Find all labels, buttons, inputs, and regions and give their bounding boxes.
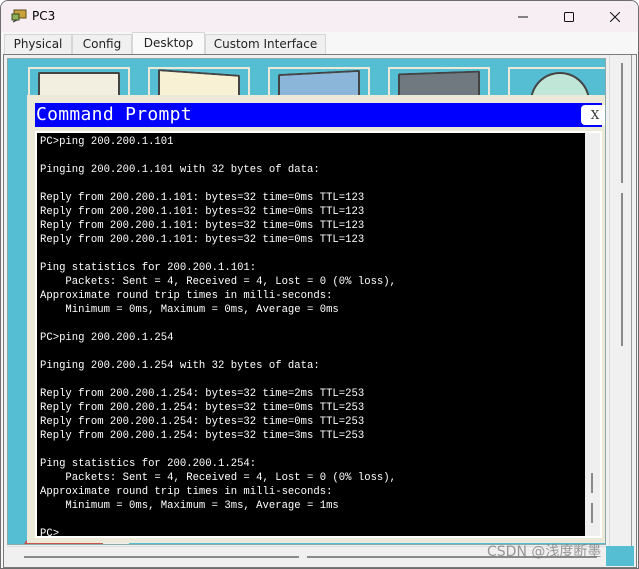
horizontal-scrollbar-thumb[interactable] <box>24 556 299 558</box>
close-button[interactable] <box>592 1 638 32</box>
minimize-icon <box>518 16 528 17</box>
terminal-line: Reply from 200.200.1.254: bytes=32 time=… <box>40 402 365 414</box>
desktop-area: Command Prompt X PC>ping 200.200.1.101 Pi… <box>7 58 606 545</box>
terminal-line: Pinging 200.200.1.101 with 32 bytes of d… <box>40 164 320 176</box>
tab-bar: Physical Config Desktop Custom Interface <box>1 32 638 54</box>
terminal-line: Approximate round trip times in milli-se… <box>40 290 333 302</box>
title-bar: PC3 <box>1 1 638 32</box>
desktop-panel: Command Prompt X PC>ping 200.200.1.101 Pi… <box>3 54 637 568</box>
terminal-line: Minimum = 0ms, Maximum = 3ms, Average = … <box>40 500 339 512</box>
tab-desktop[interactable]: Desktop <box>132 32 205 54</box>
terminal-line: Packets: Sent = 4, Received = 4, Lost = … <box>40 276 397 288</box>
tab-physical[interactable]: Physical <box>4 34 72 54</box>
terminal-line: Pinging 200.200.1.254 with 32 bytes of d… <box>40 360 320 372</box>
command-prompt-close-button[interactable]: X <box>581 105 605 125</box>
vertical-scrollbar-thumb[interactable] <box>621 63 623 183</box>
packet-tracer-pc-icon <box>11 9 27 23</box>
terminal-line: Ping statistics for 200.200.1.101: <box>40 262 257 274</box>
terminal-line: Reply from 200.200.1.101: bytes=32 time=… <box>40 234 365 246</box>
tab-config[interactable]: Config <box>72 34 132 54</box>
terminal-line: PC>ping 200.200.1.254 <box>40 332 174 344</box>
scrollbar-corner <box>606 546 634 566</box>
terminal-line: Reply from 200.200.1.254: bytes=32 time=… <box>40 430 365 442</box>
tab-custom-interface[interactable]: Custom Interface <box>205 34 326 54</box>
terminal-line: Reply from 200.200.1.254: bytes=32 time=… <box>40 388 365 400</box>
command-prompt-title: Command Prompt <box>36 104 192 125</box>
minimize-button[interactable] <box>500 1 546 32</box>
terminal-scrollbar[interactable] <box>585 133 600 536</box>
watermark: CSDN @浅度断墨 <box>487 544 602 560</box>
terminal-line: Reply from 200.200.1.254: bytes=32 time=… <box>40 416 365 428</box>
terminal-line: PC> <box>40 528 60 536</box>
terminal-line: Reply from 200.200.1.101: bytes=32 time=… <box>40 220 365 232</box>
terminal-line: Packets: Sent = 4, Received = 4, Lost = … <box>40 472 397 484</box>
terminal-line: Reply from 200.200.1.101: bytes=32 time=… <box>40 192 365 204</box>
vertical-scrollbar-edge <box>631 55 632 547</box>
terminal-line: Reply from 200.200.1.101: bytes=32 time=… <box>40 206 365 218</box>
window-title: PC3 <box>32 9 56 23</box>
terminal-frame: PC>ping 200.200.1.101 Pinging 200.200.1.1… <box>35 131 602 538</box>
terminal-line: PC>ping 200.200.1.101 <box>40 136 174 148</box>
terminal-line: Approximate round trip times in milli-se… <box>40 486 333 498</box>
maximize-button[interactable] <box>546 1 592 32</box>
terminal-line: Ping statistics for 200.200.1.254: <box>40 458 257 470</box>
pc3-window: PC3 Physical Config Desktop Custom Inter… <box>0 0 639 569</box>
desktop-vertical-scrollbar[interactable] <box>609 55 634 547</box>
vertical-scrollbar-track[interactable] <box>621 193 623 346</box>
close-icon <box>610 11 620 22</box>
terminal-scrollbar-thumb-lower[interactable] <box>591 503 593 523</box>
command-prompt-titlebar: Command Prompt X <box>35 103 605 127</box>
command-prompt-window: Command Prompt X PC>ping 200.200.1.101 Pi… <box>27 95 605 543</box>
terminal-line: Minimum = 0ms, Maximum = 0ms, Average = … <box>40 304 339 316</box>
terminal-output[interactable]: PC>ping 200.200.1.101 Pinging 200.200.1.1… <box>37 133 585 536</box>
terminal-scrollbar-thumb[interactable] <box>591 473 593 493</box>
maximize-icon <box>564 11 574 22</box>
